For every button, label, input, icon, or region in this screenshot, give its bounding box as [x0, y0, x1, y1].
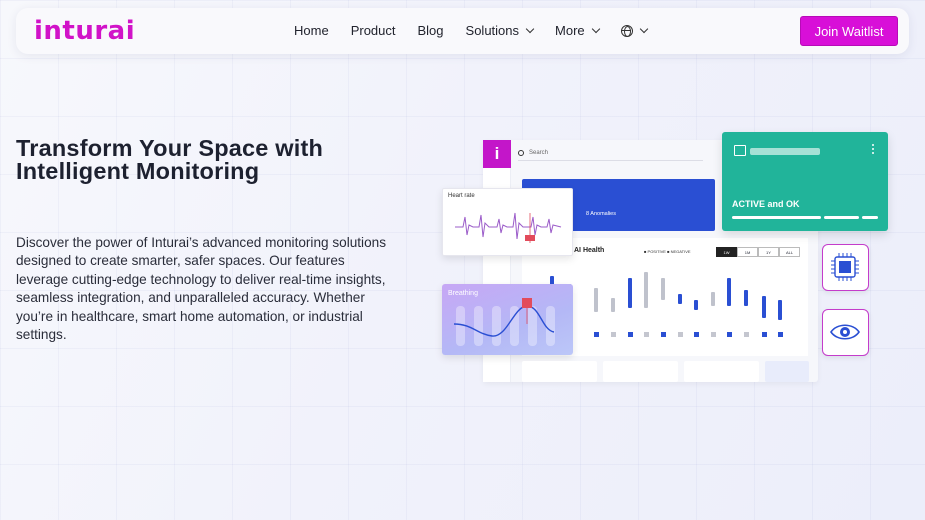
- nav-item-home[interactable]: Home: [294, 23, 329, 38]
- mini-tile: [603, 361, 678, 382]
- search-icon: [518, 149, 524, 156]
- breathing-card: Breathing: [442, 284, 573, 355]
- nav-item-label: Home: [294, 23, 329, 38]
- top-navbar: inturai Home Product Blog Solutions More…: [16, 8, 909, 54]
- status-card: ACTIVE and OK: [722, 132, 888, 231]
- globe-icon: [620, 24, 633, 37]
- heart-rate-wave: [455, 212, 562, 243]
- app-logo-icon: i: [483, 140, 511, 168]
- mini-tile: [522, 361, 597, 382]
- status-progress-2: [824, 216, 859, 219]
- mini-tile: [684, 361, 759, 382]
- chevron-down-icon: [591, 24, 600, 34]
- search-placeholder: Search: [529, 149, 549, 156]
- cpu-chip-icon: [831, 253, 859, 281]
- bottom-tiles: [522, 361, 815, 382]
- heart-rate-card: Heart rate: [442, 188, 573, 256]
- device-icon: [734, 145, 746, 156]
- status-title: ACTIVE and OK: [732, 199, 800, 209]
- hero-description: Discover the power of Inturai’s advanced…: [16, 235, 386, 343]
- status-progress-3: [862, 216, 878, 219]
- nav-item-product[interactable]: Product: [351, 23, 396, 38]
- mini-tile: [765, 361, 809, 382]
- nav-item-more[interactable]: More: [555, 23, 600, 38]
- nav-item-label: Blog: [417, 23, 444, 38]
- nav-item-label: Solutions: [465, 23, 520, 38]
- eye-icon: [830, 324, 860, 340]
- more-vert-icon: [872, 144, 874, 154]
- chip-feature-card: [822, 244, 869, 291]
- status-bar-placeholder: [750, 148, 820, 155]
- breathing-wave: [453, 298, 555, 346]
- language-selector[interactable]: [620, 24, 648, 37]
- chevron-down-icon: [525, 24, 535, 34]
- dashboard-mockup: i Search 8 Anomalies AI Health ■ POSITIV…: [440, 130, 890, 382]
- search-input: Search: [518, 145, 703, 161]
- nav-item-label: Product: [350, 23, 396, 38]
- nav-item-label: More: [555, 23, 585, 38]
- hero-title: Transform Your Space with Intelligent Mo…: [16, 135, 324, 184]
- join-waitlist-button[interactable]: Join Waitlist: [800, 16, 898, 46]
- status-progress-1: [732, 216, 821, 219]
- nav-links: Home Product Blog Solutions More: [294, 23, 669, 38]
- anomalies-label: 8 Anomalies: [586, 211, 616, 217]
- nav-item-blog[interactable]: Blog: [418, 23, 444, 38]
- vision-feature-card: [822, 309, 869, 356]
- chevron-down-icon: [639, 24, 648, 34]
- brand-logo[interactable]: inturai: [34, 17, 135, 45]
- nav-item-solutions[interactable]: Solutions: [465, 23, 535, 38]
